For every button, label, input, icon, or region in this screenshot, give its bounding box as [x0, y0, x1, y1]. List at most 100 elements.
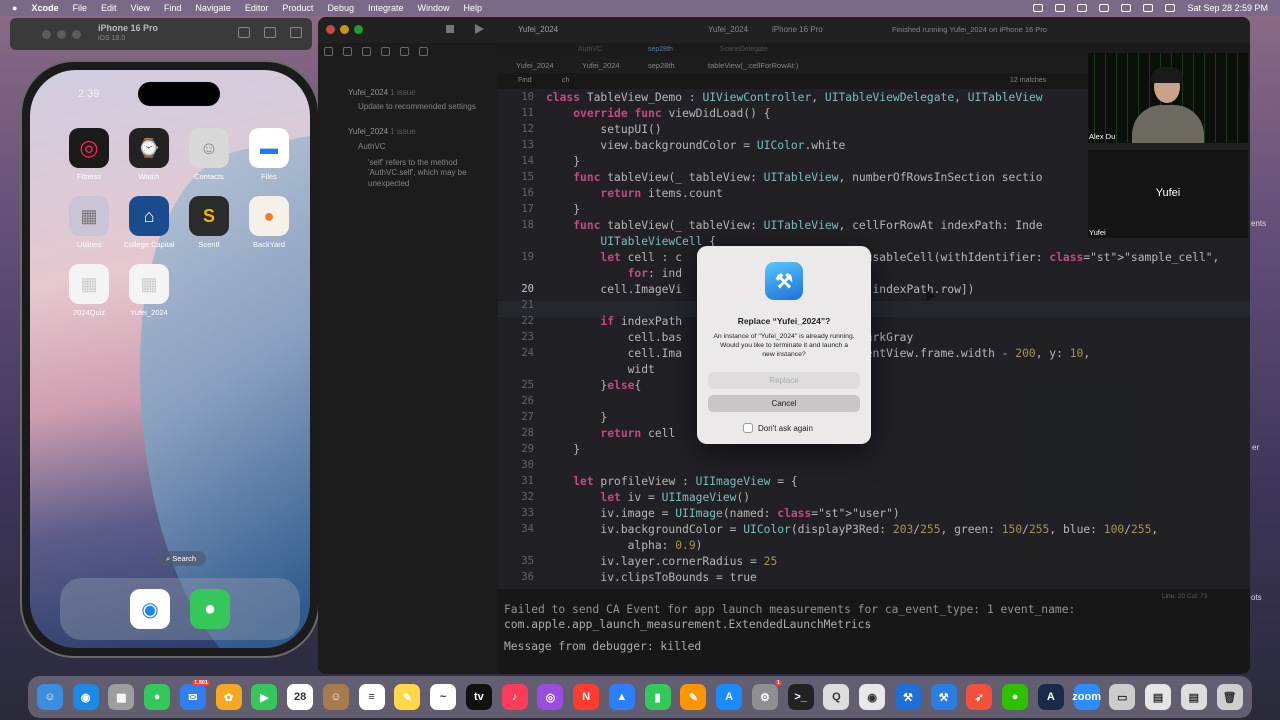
app-contacts[interactable]: ☺ Contacts	[181, 128, 237, 181]
music-icon[interactable]: ♪	[501, 684, 528, 710]
safari-icon[interactable]: ◉	[72, 684, 99, 710]
wechat-status-icon[interactable]	[1033, 4, 1044, 12]
video-tile-yufei[interactable]: Yufei Yufei	[1088, 150, 1248, 238]
video-tile-alex[interactable]: Alex Du	[1088, 53, 1248, 143]
dynamic-island	[138, 82, 220, 106]
menu-integrate[interactable]: Integrate	[368, 3, 404, 13]
finder-icon[interactable]: ☺	[36, 684, 63, 710]
instruments-icon[interactable]: A	[1037, 684, 1064, 710]
dock-glyph: ▶	[260, 691, 269, 704]
window-controls[interactable]	[42, 29, 81, 39]
search-label: Search	[172, 554, 197, 563]
mail-icon[interactable]: ✉ 1,801	[179, 680, 210, 710]
participant-hair	[1151, 67, 1183, 83]
wifi-icon[interactable]	[1121, 4, 1132, 12]
dock-glyph: 🗑	[1222, 691, 1237, 704]
menu-file[interactable]: File	[72, 3, 87, 13]
rotate-icon[interactable]	[290, 27, 302, 38]
apple-icon[interactable]: ●	[12, 3, 17, 13]
menu-edit[interactable]: Edit	[101, 3, 117, 13]
app-label: ScenIf	[198, 240, 220, 249]
numbers-icon[interactable]: ▮	[644, 684, 671, 710]
safari-icon[interactable]: ◉	[130, 589, 170, 629]
pages-icon[interactable]: ✎	[680, 684, 707, 710]
screensharing-icon[interactable]: ▭	[1109, 684, 1136, 710]
utilities-icon: ▦	[69, 196, 109, 236]
app-files[interactable]: ▬ Files	[241, 128, 297, 181]
messages-icon[interactable]: ●	[190, 589, 230, 629]
dock-glyph: ➶	[974, 691, 984, 704]
preview-icon[interactable]: ▤	[1145, 684, 1172, 710]
zoom-icon[interactable]: zoom	[1072, 684, 1101, 710]
phone-dock: ◉ ●	[60, 578, 300, 640]
menu-app-name[interactable]: Xcode	[31, 3, 58, 13]
app-watch[interactable]: ⌚ Watch	[121, 128, 177, 181]
facetime-icon[interactable]: ▶	[251, 684, 278, 710]
app-label: College Capital	[123, 240, 175, 249]
quicktime-icon[interactable]: Q	[823, 684, 850, 710]
dock-glyph: ✎	[402, 691, 412, 704]
news-icon[interactable]: N	[573, 684, 600, 710]
menu-product[interactable]: Product	[282, 3, 313, 13]
app-fitness[interactable]: ◎ Fitness	[61, 128, 117, 181]
xcode-icon[interactable]: ⚒	[894, 684, 921, 710]
control-center-icon[interactable]	[1165, 4, 1176, 12]
contacts-icon[interactable]: ☺	[322, 684, 349, 710]
keynote-icon[interactable]: ▲	[608, 684, 635, 710]
dont-ask-again-checkbox[interactable]: Don't ask again	[743, 423, 813, 433]
cancel-button[interactable]: Cancel	[708, 395, 860, 412]
podcasts-icon[interactable]: ◎	[537, 684, 564, 710]
menu-window[interactable]: Window	[418, 3, 450, 13]
calendar-icon[interactable]: 28	[287, 684, 314, 710]
dock-glyph: zoom	[1072, 691, 1101, 703]
screenshot-icon[interactable]	[264, 27, 276, 38]
dock-glyph: ⚒	[938, 691, 949, 704]
terminal-icon[interactable]: >_	[787, 684, 814, 710]
reminders-icon[interactable]: ≡	[358, 684, 385, 710]
downloads-icon[interactable]: ▤	[1180, 684, 1207, 710]
home-search-button[interactable]: ⌕ Search	[156, 551, 206, 566]
wechat-icon[interactable]: ●	[1002, 684, 1029, 710]
menu-debug[interactable]: Debug	[327, 3, 354, 13]
checkbox-box[interactable]	[743, 423, 753, 433]
app-utilities[interactable]: ▦ Utilities	[61, 196, 117, 249]
notes-icon[interactable]: ✎	[394, 684, 421, 710]
menu-view[interactable]: View	[130, 3, 149, 13]
iphone-simulator: 2:39 ◎ Fitness ⌚ Watch ☺ Contacts ▬ File…	[20, 60, 320, 658]
trash-icon[interactable]: 🗑	[1216, 684, 1243, 710]
messages-icon[interactable]: ●	[144, 684, 171, 710]
app-yufei-2024[interactable]: ▦ Yufei_2024	[121, 264, 177, 317]
battery-icon[interactable]	[1099, 4, 1110, 12]
scenif-icon: S	[189, 196, 229, 236]
app-backyard[interactable]: ● BackYard	[241, 196, 297, 249]
menu-find[interactable]: Find	[164, 3, 182, 13]
appstore-icon[interactable]: A	[716, 684, 743, 710]
app-college-capital[interactable]: ⌂ College Capital	[121, 196, 177, 249]
home-icon[interactable]	[238, 27, 250, 38]
yufei-app-icon: ▦	[129, 264, 169, 304]
dock-glyph: ✿	[224, 691, 234, 704]
freeform-icon[interactable]: ~	[430, 684, 457, 710]
swift-playgrounds-icon[interactable]: ➶	[966, 684, 993, 710]
photos-icon[interactable]: ✿	[215, 684, 242, 710]
dock-glyph: ≡	[368, 691, 375, 703]
app-label: BackYard	[253, 240, 285, 249]
replace-button[interactable]: Replace	[708, 372, 860, 389]
appletv-icon[interactable]: tv	[465, 684, 492, 710]
macos-dock: ☺ ◉ ▦ ● ✉ 1,801 ✿ ▶ 28 ☺ ≡ ✎ ~ tv ♪ ◎ N ▲ ▮ ✎ A ⚙ 1 >_ Q ◉ ⚒ ⚒ ➶ ● Azo…	[28, 676, 1252, 718]
app-scenif[interactable]: S ScenIf	[181, 196, 237, 249]
menu-help[interactable]: Help	[464, 3, 483, 13]
screen-share-icon[interactable]	[1055, 4, 1066, 12]
chrome-icon[interactable]: ◉	[859, 684, 886, 710]
dock-glyph: A	[1046, 691, 1055, 703]
participant-name: Alex Du	[1089, 132, 1116, 141]
search-icon[interactable]	[1143, 4, 1154, 12]
menu-navigate[interactable]: Navigate	[195, 3, 231, 13]
app-2024quiz[interactable]: ▦ 2024Quiz	[61, 264, 117, 317]
launchpad-icon[interactable]: ▦	[108, 684, 135, 710]
menu-clock[interactable]: Sat Sep 28 2:59 PM	[1187, 3, 1268, 13]
xcode-beta-icon[interactable]: ⚒	[930, 684, 957, 710]
recording-icon[interactable]	[1077, 4, 1088, 12]
settings-icon[interactable]: ⚙ 1	[751, 680, 782, 710]
menu-editor[interactable]: Editor	[245, 3, 269, 13]
